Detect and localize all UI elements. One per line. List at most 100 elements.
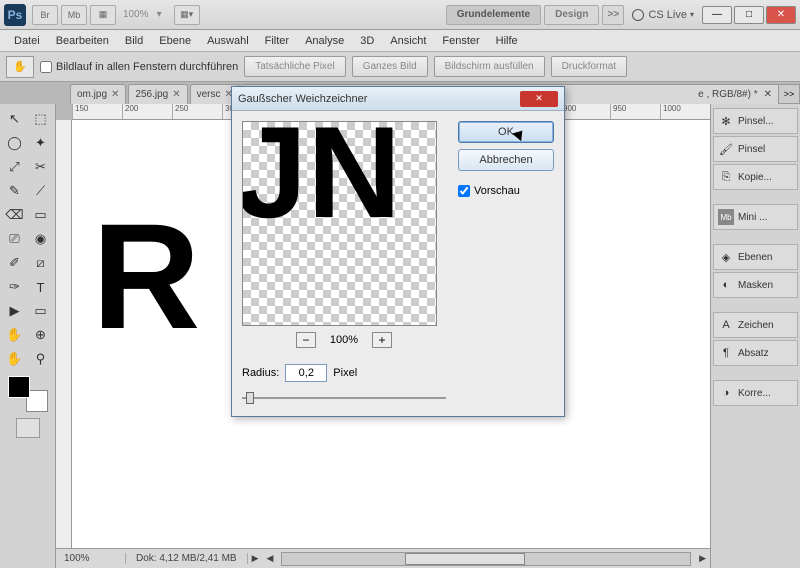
history-brush-tool[interactable]: ▭ xyxy=(29,204,53,226)
workspace-grundelemente[interactable]: Grundelemente xyxy=(446,5,541,25)
status-zoom[interactable]: 100% xyxy=(56,553,126,564)
scroll-all-input[interactable] xyxy=(40,61,52,73)
panel-minibridge[interactable]: MbMini ... xyxy=(713,204,798,230)
ruler-vertical xyxy=(56,120,72,548)
print-size-button[interactable]: Druckformat xyxy=(551,56,627,77)
scroll-all-label: Bildlauf in allen Fenstern durchführen xyxy=(56,61,238,73)
doc-tab[interactable]: om.jpg✕ xyxy=(70,84,126,104)
menu-datei[interactable]: Datei xyxy=(6,33,48,49)
pen-tool[interactable]: ✑ xyxy=(3,276,27,298)
eyedropper-tool[interactable]: ✂ xyxy=(29,156,53,178)
panel-masks[interactable]: ◐Masken xyxy=(713,272,798,298)
scroll-all-checkbox[interactable]: Bildlauf in allen Fenstern durchführen xyxy=(40,61,238,73)
wand-tool[interactable]: ✦ xyxy=(29,132,53,154)
zoom-level-display[interactable]: 100% xyxy=(123,9,149,20)
move-tool[interactable]: ↖ xyxy=(3,108,27,130)
cslive-icon xyxy=(632,9,644,21)
eraser-tool[interactable]: ⎚ xyxy=(3,228,27,250)
radius-input[interactable] xyxy=(285,364,327,382)
window-maximize[interactable]: □ xyxy=(734,6,764,24)
type-tool[interactable]: T xyxy=(29,276,53,298)
menu-3d[interactable]: 3D xyxy=(352,33,382,49)
menu-bearbeiten[interactable]: Bearbeiten xyxy=(48,33,117,49)
tab-close-icon[interactable]: ✕ xyxy=(764,89,772,100)
status-bar: 100% Dok: 4,12 MB/2,41 MB ▶ ◀ ▶ xyxy=(56,548,710,568)
fill-screen-button[interactable]: Bildschirm ausfüllen xyxy=(434,56,545,77)
hand-tool[interactable]: ✋ xyxy=(3,348,27,370)
panel-clone[interactable]: ⎘Kopie... xyxy=(713,164,798,190)
horizontal-scrollbar[interactable] xyxy=(277,552,695,566)
radius-slider[interactable] xyxy=(242,390,446,406)
heal-tool[interactable]: ✎ xyxy=(3,180,27,202)
bridge-button[interactable]: Br xyxy=(32,5,58,25)
hand-tool-icon[interactable]: ✋ xyxy=(6,56,34,78)
menu-ebene[interactable]: Ebene xyxy=(151,33,199,49)
cslive-label: CS Live xyxy=(648,9,687,21)
arrange-button[interactable]: ▦ xyxy=(90,5,116,25)
stamp-tool[interactable]: ⌫ xyxy=(3,204,27,226)
menu-ansicht[interactable]: Ansicht xyxy=(382,33,434,49)
zoom-in-button[interactable]: + xyxy=(372,332,392,348)
chevron-right-icon[interactable]: ▶ xyxy=(248,553,263,564)
fit-screen-button[interactable]: Ganzes Bild xyxy=(352,56,428,77)
minibridge-button[interactable]: Mb xyxy=(61,5,87,25)
workspace-design[interactable]: Design xyxy=(544,5,599,25)
shape-tool[interactable]: ▭ xyxy=(29,300,53,322)
brush-icon: 🖌 xyxy=(718,141,734,157)
quickmask-toggle[interactable] xyxy=(16,418,40,438)
marquee-tool[interactable]: ⬚ xyxy=(29,108,53,130)
menu-bild[interactable]: Bild xyxy=(117,33,151,49)
brush-icon: ✻ xyxy=(718,113,734,129)
window-minimize[interactable]: — xyxy=(702,6,732,24)
window-close[interactable]: ✕ xyxy=(766,6,796,24)
zoom-tool[interactable]: ⚲ xyxy=(29,348,53,370)
actual-pixels-button[interactable]: Tatsächliche Pixel xyxy=(244,56,345,77)
brush-tool[interactable]: ⟋ xyxy=(29,180,53,202)
panel-paragraph[interactable]: ¶Absatz xyxy=(713,340,798,366)
panel-brush[interactable]: 🖌Pinsel xyxy=(713,136,798,162)
dialog-close-button[interactable]: ✕ xyxy=(520,91,558,107)
gradient-tool[interactable]: ◉ xyxy=(29,228,53,250)
menu-hilfe[interactable]: Hilfe xyxy=(488,33,526,49)
panel-brush-presets[interactable]: ✻Pinsel... xyxy=(713,108,798,134)
workspace-more[interactable]: >> xyxy=(602,5,624,25)
scroll-thumb[interactable] xyxy=(405,553,525,565)
preview-checkbox-input[interactable] xyxy=(458,185,470,197)
color-swatches[interactable] xyxy=(8,376,48,412)
status-doc-info[interactable]: Dok: 4,12 MB/2,41 MB xyxy=(126,553,248,564)
panel-character[interactable]: AZeichen xyxy=(713,312,798,338)
tab-close-icon[interactable]: ✕ xyxy=(172,89,180,100)
layers-icon: ◈ xyxy=(718,249,734,265)
blur-tool[interactable]: ✐ xyxy=(3,252,27,274)
foreground-color[interactable] xyxy=(8,376,30,398)
cancel-button[interactable]: Abbrechen xyxy=(458,149,554,171)
panel-adjustments[interactable]: ◑Korre... xyxy=(713,380,798,406)
zoom-dropdown-icon[interactable]: ▾ xyxy=(157,9,162,20)
path-tool[interactable]: ▶ xyxy=(3,300,27,322)
menu-analyse[interactable]: Analyse xyxy=(297,33,352,49)
3d-tool[interactable]: ✋ xyxy=(3,324,27,346)
zoom-out-button[interactable]: − xyxy=(296,332,316,348)
menu-filter[interactable]: Filter xyxy=(257,33,297,49)
scroll-left-icon[interactable]: ◀ xyxy=(263,553,278,564)
cslive-button[interactable]: CS Live ▾ xyxy=(632,9,694,21)
scroll-right-icon[interactable]: ▶ xyxy=(695,553,710,564)
panel-layers[interactable]: ◈Ebenen xyxy=(713,244,798,270)
adjustments-icon: ◑ xyxy=(718,385,734,401)
slider-thumb[interactable] xyxy=(246,392,254,404)
ok-button[interactable]: OK xyxy=(458,121,554,143)
filter-preview[interactable]: JN xyxy=(242,121,437,326)
menu-fenster[interactable]: Fenster xyxy=(434,33,487,49)
3d-camera-tool[interactable]: ⊕ xyxy=(29,324,53,346)
crop-tool[interactable]: ⤢ xyxy=(3,156,27,178)
preview-checkbox[interactable]: Vorschau xyxy=(458,185,554,197)
doc-tab[interactable]: 256.jpg✕ xyxy=(128,84,187,104)
tab-close-icon[interactable]: ✕ xyxy=(111,89,119,100)
tab-overflow[interactable]: >> xyxy=(778,84,800,104)
screen-mode-button[interactable]: ▦▾ xyxy=(174,5,200,25)
dodge-tool[interactable]: ⧄ xyxy=(29,252,53,274)
lasso-tool[interactable]: ◯ xyxy=(3,132,27,154)
dialog-titlebar[interactable]: Gaußscher Weichzeichner ✕ xyxy=(232,87,564,111)
preview-label: Vorschau xyxy=(474,185,520,197)
menu-auswahl[interactable]: Auswahl xyxy=(199,33,257,49)
